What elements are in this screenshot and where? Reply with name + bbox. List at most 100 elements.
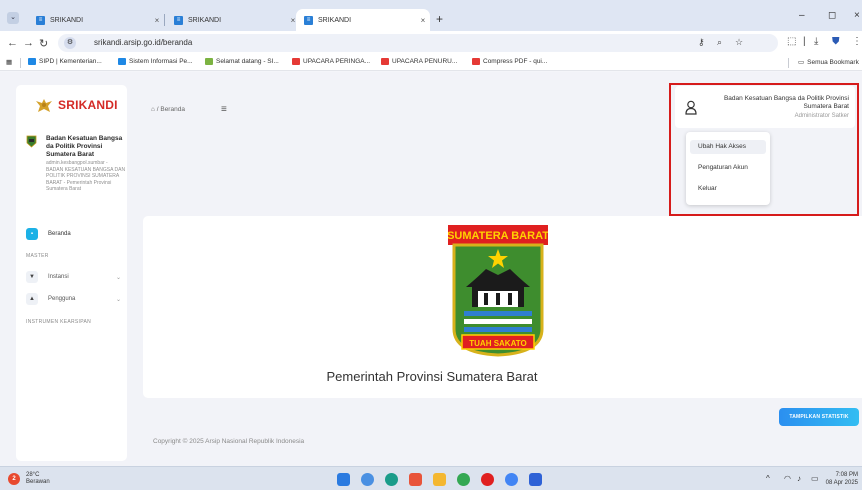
all-bookmarks-label: Semua Bookmark	[807, 58, 859, 66]
bookmark-selamat-datang[interactable]: Selamat datang - SI...	[205, 58, 279, 65]
favicon-icon: ≡	[36, 15, 45, 25]
organization-name: Badan Kesatuan Bangsa da Politik Provins…	[46, 135, 123, 158]
tray-chevron-up-icon[interactable]: ^	[766, 474, 770, 483]
battery-icon[interactable]: ▭	[811, 474, 819, 483]
apps-grid-icon[interactable]: ▦	[6, 58, 12, 66]
bookmark-divider	[788, 58, 789, 68]
weather-temperature: 28°C	[26, 472, 40, 478]
bookmark-sistem-informasi[interactable]: Sistem Informasi Pe...	[118, 58, 193, 65]
tab-search-icon[interactable]: ⌄	[7, 12, 19, 24]
bookmark-favicon-icon	[118, 58, 126, 65]
file-explorer-icon[interactable]	[433, 473, 446, 486]
opera-icon[interactable]	[481, 473, 494, 486]
menu-kebab-icon[interactable]: ⋮	[852, 36, 862, 47]
address-bar-row: ← → ↻ ⚙ srikandi.arsip.go.id/beranda ⚷ ⌕…	[0, 31, 862, 55]
folder-icon: ▭	[798, 59, 805, 66]
garuda-logo-icon	[36, 99, 52, 112]
close-tab-icon[interactable]: ×	[416, 16, 430, 25]
weather-widget[interactable]: 2 28°C Berawan	[8, 472, 50, 486]
hamburger-menu-icon[interactable]: ≡	[221, 104, 227, 115]
sidebar-item-label: Pengguna	[48, 296, 76, 302]
sidebar-item-label: Beranda	[48, 231, 71, 237]
close-tab-icon[interactable]: ×	[150, 16, 164, 25]
shield-extension-icon[interactable]: ⛊	[832, 36, 840, 47]
sidebar-item-pengguna[interactable]: ▲ Pengguna ⌄	[26, 293, 121, 305]
user-icon: ▲	[26, 293, 38, 305]
taskbar-clock[interactable]: 7:08 PM 08 Apr 2025	[826, 471, 858, 487]
bookmark-upacara-penurunan[interactable]: UPACARA PENURU...	[381, 58, 457, 65]
password-key-icon[interactable]: ⚷	[698, 37, 705, 48]
start-menu-icon[interactable]	[337, 473, 350, 486]
sidebar: SRIKANDI Badan Kesatuan Bangsa da Politi…	[16, 85, 127, 461]
bookmark-label: UPACARA PERINGA...	[303, 58, 371, 65]
weather-condition: Berawan	[26, 479, 50, 485]
bookmark-compress-pdf[interactable]: Compress PDF - qui...	[472, 58, 547, 65]
minimize-icon[interactable]: –	[799, 10, 805, 21]
tab-label: SRIKANDI	[188, 16, 222, 24]
clock-date: 08 Apr 2025	[825, 480, 858, 486]
address-bar[interactable]: ⚙ srikandi.arsip.go.id/beranda ⚷ ⌕ ☆	[58, 34, 778, 52]
wifi-icon[interactable]: ◠	[784, 474, 791, 483]
section-master-title: MASTER	[26, 253, 49, 259]
chevron-down-icon: ⌄	[115, 296, 121, 303]
outlook-icon[interactable]	[529, 473, 542, 486]
bookmark-star-icon[interactable]: ☆	[735, 37, 743, 48]
crest-motto-text: TUAH SAKATO	[469, 339, 526, 348]
bookmarks-bar: ▦ SIPD | Kementerian... Sistem Informasi…	[0, 55, 862, 71]
bookmark-divider	[20, 58, 21, 68]
sidebar-item-instansi[interactable]: ▼ Instansi ⌄	[26, 271, 121, 283]
sidebar-item-label: Instansi	[48, 274, 69, 280]
breadcrumb: ⌂ / Beranda	[151, 106, 185, 113]
tab-label: SRIKANDI	[318, 16, 352, 24]
reload-icon[interactable]: ↻	[39, 37, 48, 50]
organization-emblem-icon	[26, 135, 37, 148]
close-window-icon[interactable]: ×	[854, 10, 860, 21]
youtube-icon	[381, 58, 389, 65]
browser-tab-2[interactable]: ≡ SRIKANDI ×	[166, 9, 300, 31]
home-icon[interactable]: ⌂	[151, 106, 155, 113]
chrome-icon[interactable]	[457, 473, 470, 486]
bookmark-sipd[interactable]: SIPD | Kementerian...	[28, 58, 102, 65]
browser-tab-strip: ⌄ ≡ SRIKANDI × ≡ SRIKANDI × ≡ SRIKANDI ×…	[0, 0, 862, 31]
clock-time: 7:08 PM	[835, 472, 858, 478]
store-icon[interactable]	[409, 473, 422, 486]
footer-copyright: Copyright © 2025 Arsip Nasional Republik…	[153, 438, 305, 445]
hero-banner: SUMATERA BARAT TUAH SAKATO Pemerintah Pr…	[143, 216, 862, 398]
province-crest-icon: SUMATERA BARAT TUAH SAKATO	[448, 225, 548, 357]
bookmark-upacara-peringatan[interactable]: UPACARA PERINGA...	[292, 58, 370, 65]
new-tab-icon[interactable]: +	[436, 12, 443, 26]
page-title: Pemerintah Provinsi Sumatera Barat	[326, 369, 538, 384]
sidebar-item-beranda[interactable]: ▪ Beranda	[26, 228, 121, 240]
breadcrumb-current: / Beranda	[156, 106, 185, 113]
weather-badge-icon: 2	[8, 473, 20, 485]
pdf-icon	[472, 58, 480, 65]
section-instrumen-title: INSTRUMEN KEARSIPAN	[26, 319, 92, 325]
forward-icon[interactable]: →	[23, 37, 34, 49]
chevron-down-icon: ⌄	[115, 274, 121, 281]
building-icon: ▼	[26, 271, 38, 283]
maximize-icon[interactable]: ◻	[828, 10, 836, 21]
back-icon[interactable]: ←	[7, 37, 18, 49]
volume-icon[interactable]: ♪	[797, 474, 801, 483]
app-logo-text[interactable]: SRIKANDI	[58, 98, 118, 112]
bookmark-label: Compress PDF - qui...	[483, 58, 548, 65]
all-bookmarks[interactable]: ▭ Semua Bookmark	[798, 58, 859, 67]
search-icon[interactable]	[361, 473, 374, 486]
favicon-icon: ≡	[304, 15, 313, 25]
download-icon[interactable]: ⤓	[814, 36, 818, 47]
tab-divider	[164, 14, 165, 26]
edge-browser-icon[interactable]	[385, 473, 398, 486]
show-statistics-button[interactable]: TAMPILKAN STATISTIK	[779, 408, 859, 426]
chrome-profile-icon[interactable]	[505, 473, 518, 486]
bookmark-label: SIPD | Kementerian...	[39, 58, 102, 65]
highlight-annotation-box	[669, 83, 859, 216]
browser-tab-1[interactable]: ≡ SRIKANDI ×	[28, 9, 164, 31]
organization-detail: admin.kesbangpol.sumbar - BADAN KESATUAN…	[46, 160, 126, 192]
browser-tab-3-active[interactable]: ≡ SRIKANDI ×	[296, 9, 430, 31]
toolbar-divider-icon: |	[803, 36, 806, 47]
extensions-icon[interactable]: ⬚	[787, 36, 796, 47]
url-text[interactable]: srikandi.arsip.go.id/beranda	[94, 38, 192, 47]
site-info-icon[interactable]: ⚙	[64, 37, 76, 49]
bookmark-label: Selamat datang - SI...	[216, 58, 279, 65]
zoom-icon[interactable]: ⌕	[717, 37, 722, 48]
